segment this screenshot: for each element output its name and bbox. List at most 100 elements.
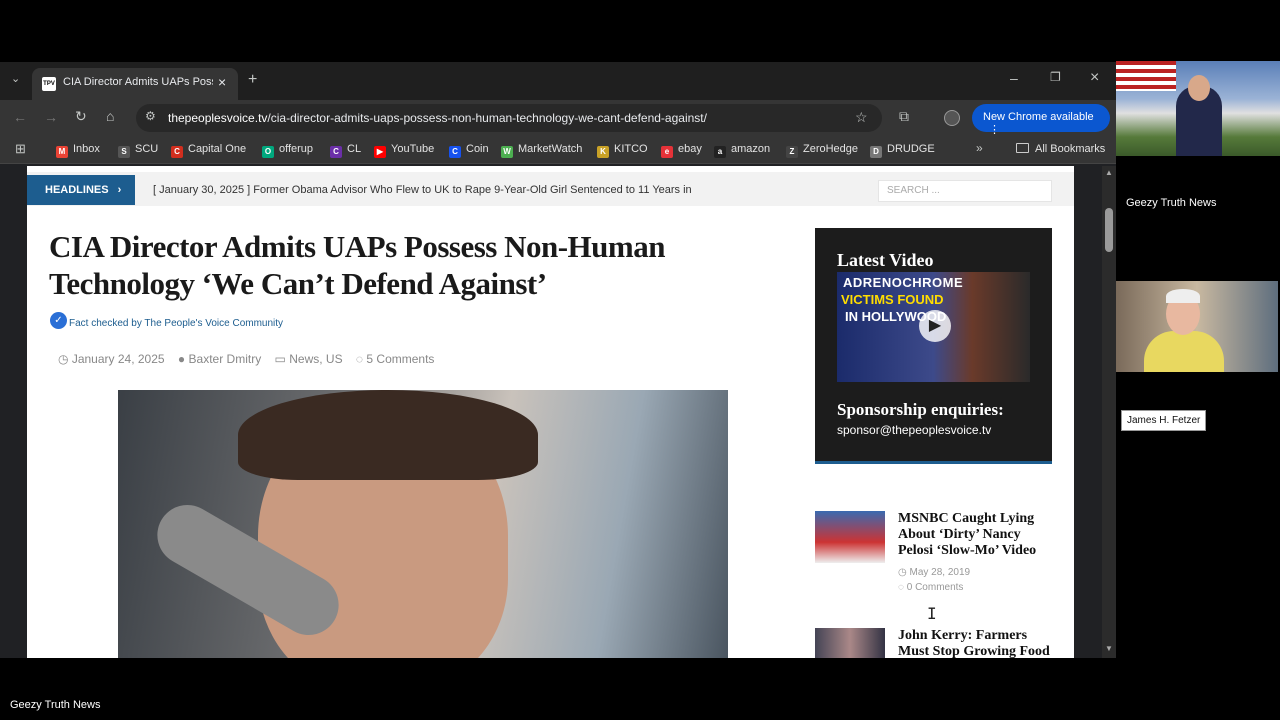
post-thumbnail[interactable]	[815, 628, 885, 658]
bookmark-favicon-icon: S	[118, 146, 130, 158]
reload-icon[interactable]: ↻	[75, 108, 87, 125]
web-page: HEADLINES › [ January 30, 2025 ] Former …	[27, 166, 1074, 658]
article-date: ◷ January 24, 2025	[58, 352, 165, 366]
article-meta: ◷ January 24, 2025 ● Baxter Dmitry ▭ New…	[58, 352, 444, 366]
video-thumbnail[interactable]: ADRENOCHROME VICTIMS FOUND IN HOLLYWOOD …	[837, 272, 1030, 382]
sponsorship-heading: Sponsorship enquiries:	[837, 400, 1004, 419]
fact-check-text: Fact checked by The People's Voice Commu…	[69, 318, 284, 329]
bookmarks-bar: ⊞ M Inbox S SCU C Capital One Oofferup C CL ▶ YouT…	[0, 136, 1116, 164]
post-date: ◷ May 28, 2019	[898, 567, 970, 578]
bookmark-favicon-icon: C	[449, 146, 461, 158]
bookmark-drudge[interactable]: D DRUDGE	[870, 143, 935, 158]
folder-icon	[1016, 143, 1029, 153]
bookmark-label: Capital One	[188, 143, 247, 155]
article-categories[interactable]: ▭ News, US	[275, 352, 343, 366]
bookmark-label: DRUDGE	[887, 143, 935, 155]
bookmark-label: offerup	[279, 143, 314, 155]
more-bookmarks-icon[interactable]: »	[976, 141, 983, 155]
scroll-thumb[interactable]	[1105, 208, 1113, 252]
profile-avatar[interactable]	[944, 110, 960, 126]
bookmark-youtube[interactable]: ▶ YouTube	[374, 143, 434, 158]
bookmark-favicon-icon: K	[597, 146, 609, 158]
new-tab-icon[interactable]: +	[248, 71, 257, 89]
apps-grid-icon[interactable]: ⊞	[15, 141, 26, 157]
bookmark-label: ZeroHedge	[803, 143, 859, 155]
all-bookmarks-button[interactable]: All Bookmarks	[1016, 143, 1105, 155]
article-title: CIA Director Admits UAPs Possess Non-Hum…	[49, 229, 665, 301]
thumb-text-1: ADRENOCHROME	[843, 275, 964, 290]
url-path: /cia-director-admits-uaps-possess-non-hu…	[267, 111, 707, 125]
post-title[interactable]: MSNBC Caught Lying About ‘Dirty’ Nancy P…	[898, 511, 1053, 559]
post-comments[interactable]: ◌ 0 Comments	[898, 582, 963, 593]
bookmark-kitco[interactable]: K KITCO	[597, 143, 648, 158]
vertical-scrollbar[interactable]: ▲ ▼	[1102, 166, 1116, 658]
bookmark-label: SCU	[135, 143, 159, 155]
fact-check[interactable]: ✓ Fact checked by The People's Voice Comm…	[50, 312, 283, 329]
url-text[interactable]: thepeoplesvoice.tv/cia-director-admits-u…	[168, 111, 707, 125]
bookmark-cl[interactable]: C CL	[330, 143, 361, 158]
text-cursor-icon: I	[927, 604, 937, 623]
toolbar: ← → ↻ ⌂ ⚙ thepeoplesvoice.tv/cia-directo…	[0, 100, 1116, 136]
headline-ticker[interactable]: [ January 30, 2025 ] Former Obama Adviso…	[153, 184, 692, 196]
bookmark-favicon-icon: a	[714, 146, 726, 158]
page-viewport[interactable]: HEADLINES › [ January 30, 2025 ] Former …	[0, 166, 1102, 658]
bookmark-ebay[interactable]: e ebay	[661, 143, 702, 158]
play-icon[interactable]: ▶	[919, 310, 951, 342]
back-icon[interactable]: ←	[13, 109, 27, 125]
guest-name-label: James H. Fetzer	[1121, 410, 1207, 431]
bookmark-offerup[interactable]: Oofferup	[262, 143, 313, 158]
bookmark-scu[interactable]: S SCU	[118, 143, 158, 158]
bookmark-amazon[interactable]: a amazon	[714, 143, 770, 158]
headlines-label[interactable]: HEADLINES ›	[27, 175, 135, 205]
bookmark-label: YouTube	[391, 143, 435, 155]
post-title[interactable]: John Kerry: Farmers Must Stop Growing Fo…	[898, 628, 1053, 658]
bottom-brand-label: Geezy Truth News	[10, 699, 101, 711]
restore-icon[interactable]: ❐	[1050, 70, 1061, 84]
scroll-up-icon[interactable]: ▲	[1105, 168, 1113, 177]
minimize-icon[interactable]: –	[1010, 70, 1018, 86]
headlines-bar: HEADLINES › [ January 30, 2025 ] Former …	[27, 172, 1074, 206]
comment-icon: ◌	[898, 582, 904, 593]
bookmark-capital-one[interactable]: C Capital One	[171, 143, 246, 158]
tab-search-icon[interactable]: ⌄	[11, 72, 20, 85]
site-settings-icon[interactable]: ⚙	[145, 109, 156, 123]
forward-icon[interactable]: →	[44, 109, 58, 125]
close-tab-icon[interactable]: ×	[218, 74, 226, 90]
bookmark-label: ebay	[678, 143, 702, 155]
bookmark-marketwatch[interactable]: W MarketWatch	[501, 143, 582, 158]
bookmark-star-icon[interactable]: ☆	[855, 109, 868, 126]
bookmark-favicon-icon: W	[501, 146, 513, 158]
scroll-down-icon[interactable]: ▼	[1105, 644, 1113, 653]
bookmark-coin[interactable]: C Coin	[449, 143, 489, 158]
bookmark-label: KITCO	[614, 143, 648, 155]
chevron-right-icon: ›	[117, 184, 122, 196]
search-input[interactable]: SEARCH ...	[878, 180, 1052, 202]
bookmark-label: amazon	[731, 143, 771, 155]
extensions-icon[interactable]: ⧉	[899, 108, 909, 125]
close-window-icon[interactable]: ×	[1090, 69, 1099, 87]
bookmark-favicon-icon: e	[661, 146, 673, 158]
host-video-feed	[1116, 61, 1280, 156]
sidebar-post[interactable]: John Kerry: Farmers Must Stop Growing Fo…	[815, 628, 1052, 658]
bookmark-favicon-icon: C	[171, 146, 183, 158]
address-bar[interactable]: ⚙ thepeoplesvoice.tv/cia-director-admits…	[136, 104, 882, 132]
menu-dots-icon[interactable]: ⋮	[989, 124, 1000, 136]
tab-bar: ⌄ TPV CIA Director Admits UAPs Possess N…	[0, 62, 1116, 100]
new-chrome-label: New Chrome available	[983, 111, 1094, 123]
new-chrome-available-button[interactable]: New Chrome available ⋮	[972, 104, 1110, 136]
folder-open-icon: ▭	[274, 352, 286, 366]
article-author[interactable]: ● Baxter Dmitry	[178, 352, 261, 366]
home-icon[interactable]: ⌂	[106, 108, 114, 124]
bookmark-zerohedge[interactable]: Z ZeroHedge	[786, 143, 858, 158]
hero-hair-shape	[238, 390, 538, 480]
bookmark-label: MarketWatch	[518, 143, 583, 155]
latest-video-heading: Latest Video	[837, 250, 934, 270]
article-comments[interactable]: ◌ 5 Comments	[356, 352, 435, 366]
sidebar-post[interactable]: MSNBC Caught Lying About ‘Dirty’ Nancy P…	[815, 511, 1052, 601]
tab-active[interactable]: TPV CIA Director Admits UAPs Possess Non…	[32, 68, 238, 100]
bookmark-inbox[interactable]: M Inbox	[56, 143, 100, 158]
sponsorship-email[interactable]: sponsor@thepeoplesvoice.tv	[837, 423, 991, 437]
post-thumbnail[interactable]	[815, 511, 885, 563]
bookmark-favicon-icon: C	[330, 146, 342, 158]
all-bookmarks-label: All Bookmarks	[1035, 143, 1106, 155]
